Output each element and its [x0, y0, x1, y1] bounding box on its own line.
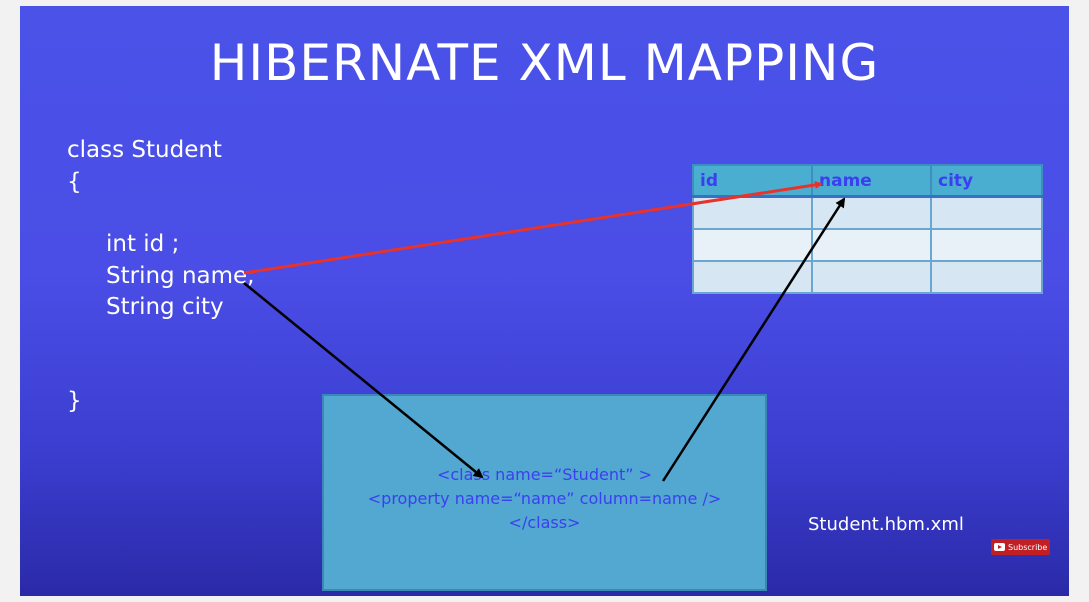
field-to-column-arrow: [243, 180, 823, 275]
field-to-xml-arrow: [243, 282, 484, 479]
xml-to-column-arrow: [661, 197, 846, 482]
slide: HIBERNATE XML MAPPING class Student { in…: [20, 6, 1069, 596]
mapping-arrows: [243, 180, 846, 482]
